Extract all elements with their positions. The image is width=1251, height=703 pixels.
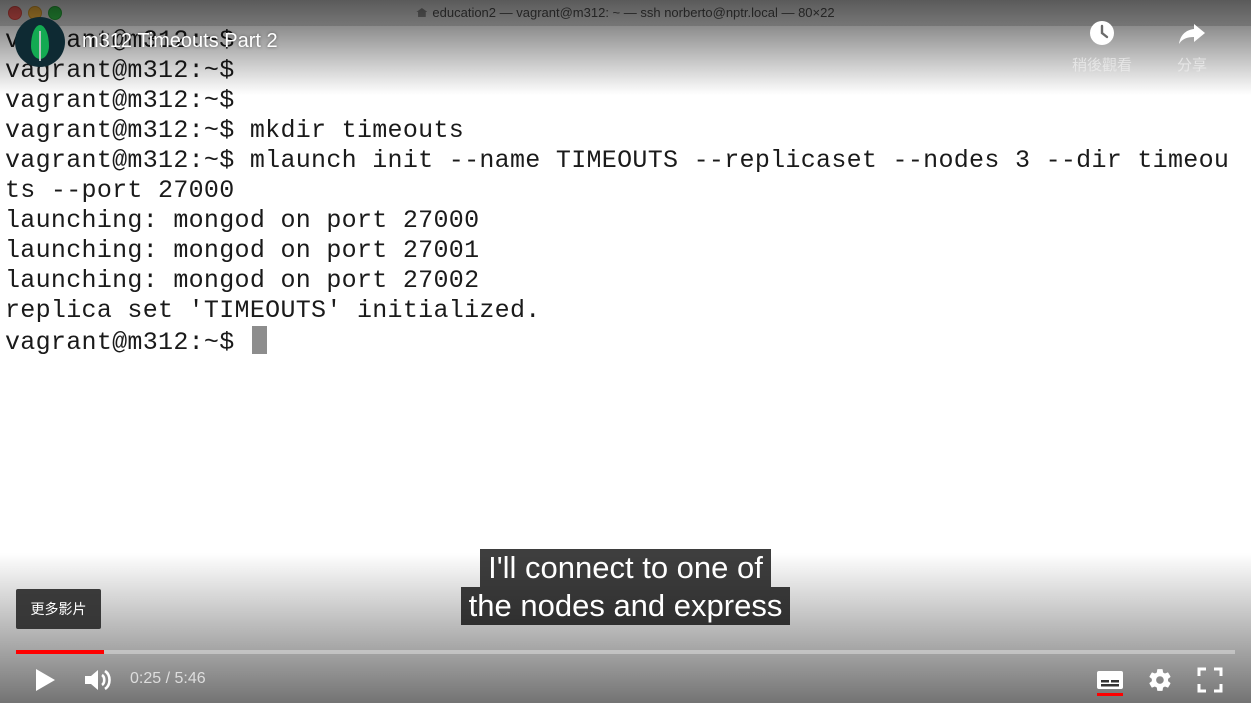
terminal-prompt: vagrant@m312:~$ (5, 328, 250, 357)
watch-later-label: 稍後觀看 (1071, 57, 1132, 74)
time-display: 0:25 / 5:46 (130, 670, 206, 687)
volume-icon (85, 669, 111, 691)
subtitles-button[interactable] (1094, 664, 1126, 696)
progress-bar[interactable] (16, 650, 1235, 654)
terminal-line: replica set 'TIMEOUTS' initialized. (5, 296, 541, 325)
terminal-output: vagrant@m312:~$ vagrant@m312:~$ vagrant@… (5, 26, 1230, 357)
fullscreen-icon (1197, 667, 1223, 693)
subtitles-active-indicator (1097, 693, 1123, 696)
terminal-line: vagrant@m312:~$ mlaunch init --name TIME… (5, 146, 1230, 175)
home-icon (416, 8, 428, 17)
terminal-line: launching: mongod on port 27000 (5, 206, 480, 235)
terminal-line: vagrant@m312:~$ (5, 86, 235, 115)
terminal-line: launching: mongod on port 27001 (5, 236, 480, 265)
channel-avatar[interactable] (15, 17, 65, 67)
mongodb-leaf-icon (31, 25, 49, 61)
caption-window: I'll connect to one of the nodes and exp… (0, 549, 1251, 625)
share-label: 分享 (1176, 57, 1207, 74)
subtitles-icon (1097, 671, 1123, 689)
video-player[interactable]: education2 — vagrant@m312: ~ — ssh norbe… (0, 0, 1251, 703)
share-button[interactable]: 分享 (1152, 18, 1232, 75)
gear-icon (1149, 669, 1171, 691)
terminal-line: vagrant@m312:~$ mkdir timeouts (5, 116, 465, 145)
terminal-cursor (251, 326, 267, 354)
settings-button[interactable] (1144, 664, 1176, 696)
progress-played (16, 650, 104, 654)
share-arrow-icon (1179, 24, 1205, 44)
terminal-line: vagrant@m312:~$ (5, 56, 235, 85)
caption-line: I'll connect to one of (480, 549, 771, 587)
terminal-title-text: education2 — vagrant@m312: ~ — ssh norbe… (432, 5, 835, 20)
clock-icon (1090, 21, 1114, 45)
watch-later-button[interactable]: 稍後觀看 (1062, 18, 1142, 75)
play-icon (36, 669, 55, 691)
terminal-line: ts --port 27000 (5, 176, 235, 205)
video-title[interactable]: m312 Timeouts Part 2 (82, 30, 278, 53)
terminal-prompt-line: vagrant@m312:~$ (5, 326, 1229, 357)
play-button[interactable] (28, 664, 62, 696)
terminal-line: launching: mongod on port 27002 (5, 266, 480, 295)
fullscreen-button[interactable] (1194, 664, 1226, 696)
more-videos-button[interactable]: 更多影片 (16, 589, 101, 629)
caption-line: the nodes and express (460, 587, 791, 625)
mute-button[interactable] (80, 664, 116, 696)
